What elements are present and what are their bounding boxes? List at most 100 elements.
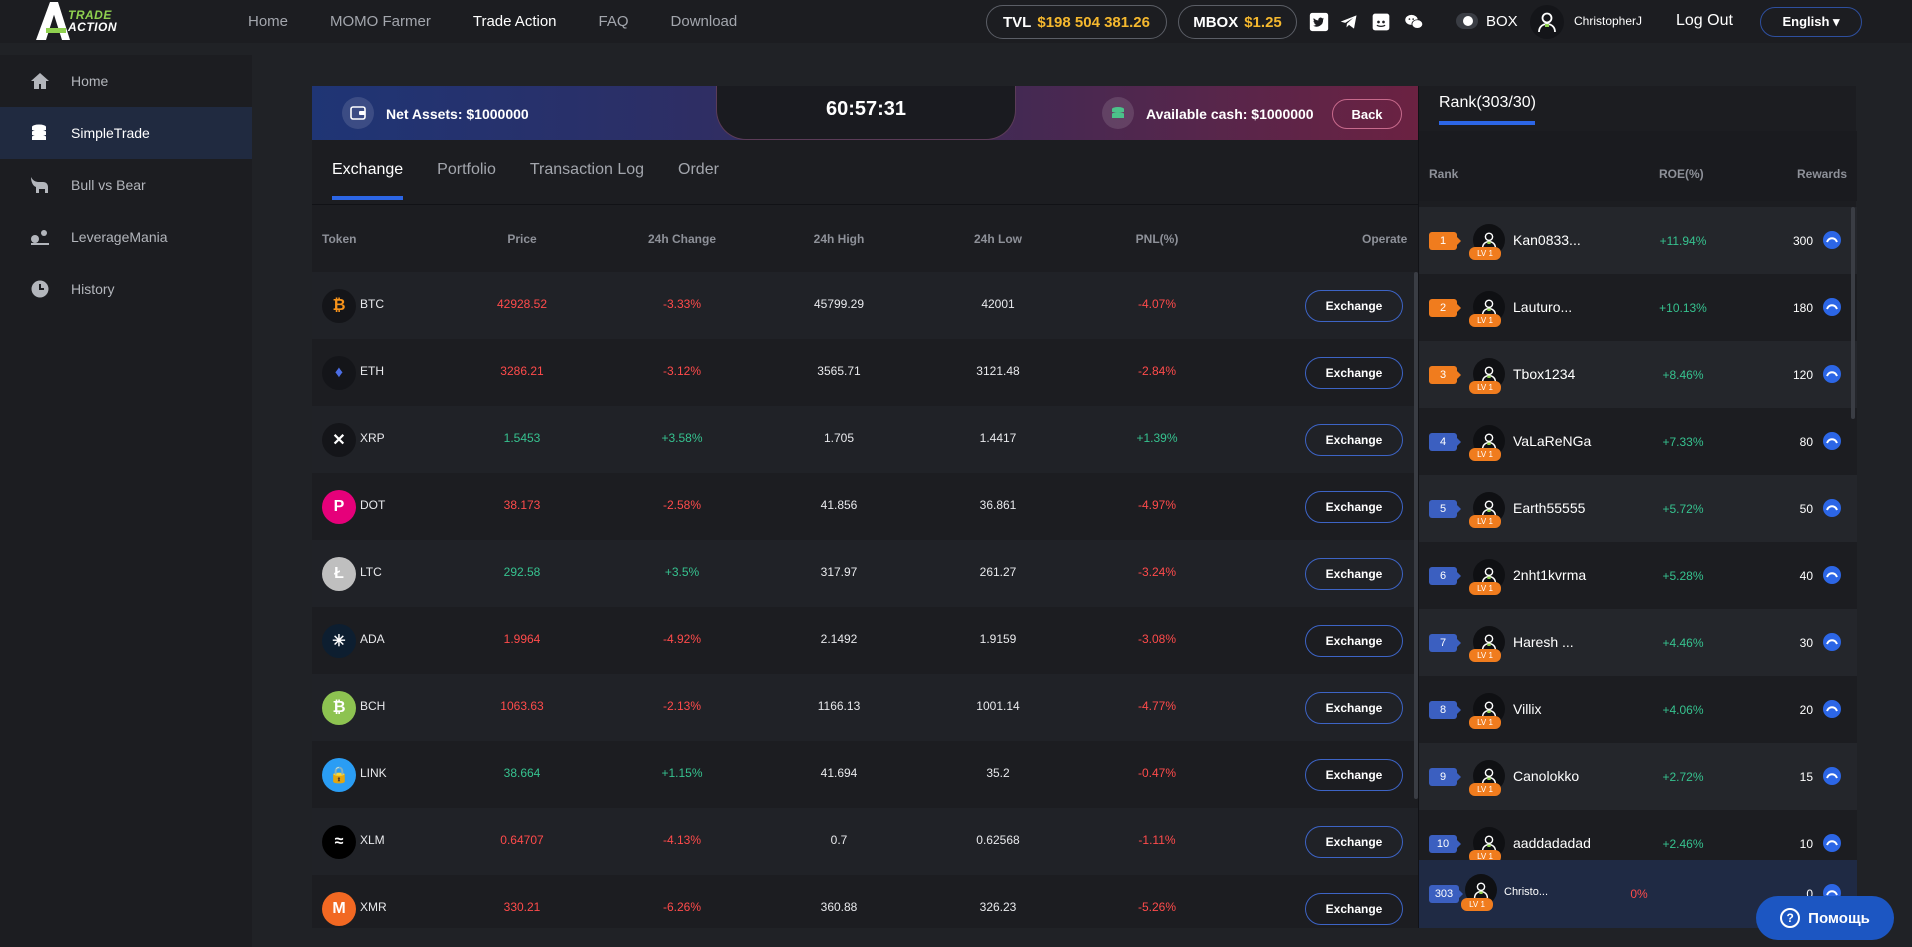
rank-title[interactable]: Rank(303/30) [1439,94,1536,112]
player-roe: +10.13% [1659,301,1707,315]
player-reward: 80 [1799,435,1813,449]
tab-transaction-log[interactable]: Transaction Log [530,140,644,200]
header-24h-change: 24h Change [647,231,716,246]
exchange-button[interactable]: Exchange [1305,826,1403,858]
player-roe: +4.46% [1662,636,1704,650]
sidebar-item-leveragemania[interactable]: LeverageMania [0,211,252,263]
rank-header-roe: ROE(%) [1659,167,1704,181]
rank-row: 9 LV 1 Canolokko +2.72% 15 [1419,743,1857,810]
top-navbar: TRADE ACTION Home MOMO Farmer Trade Action… [0,0,1912,43]
level-badge: LV 1 [1469,515,1501,528]
rank-list: 1 LV 1 Kan0833... +11.94% 300 2 LV 1 Lauturo...… [1419,207,1857,877]
nav-link-momo-farmer[interactable]: MOMO Farmer [330,13,431,30]
countdown-timer: 60:57:31 [825,98,907,120]
nav-link-download[interactable]: Download [671,13,738,30]
exchange-button[interactable]: Exchange [1305,692,1403,724]
rank-badge: 4 [1429,433,1461,451]
app-logo[interactable]: TRADE ACTION [36,2,136,40]
logout-link[interactable]: Log Out [1676,12,1733,30]
nav-link-faq[interactable]: FAQ [599,13,629,30]
exchange-button[interactable]: Exchange [1305,290,1403,322]
token-24h-high: 360.88 [820,900,858,914]
reward-coin-icon [1823,566,1841,584]
sidebar: Home SimpleTrade Bull vs Bear LeverageMania… [0,55,252,947]
discord-icon[interactable] [1370,11,1392,33]
language-select[interactable]: English ▾ [1760,7,1862,37]
player-name: Lauturo... [1513,299,1573,315]
rank-row: 7 LV 1 Haresh ... +4.46% 30 [1419,609,1857,676]
back-button[interactable]: Back [1332,99,1402,129]
user-name[interactable]: ChristopherJ [1574,14,1642,28]
wechat-icon[interactable] [1403,11,1425,33]
my-name: Christo... [1504,886,1549,898]
token-24h-low: 35.2 [986,766,1010,780]
exchange-button[interactable]: Exchange [1305,893,1403,925]
rank-scrollbar[interactable] [1851,207,1855,419]
header-token: Token [322,231,357,246]
rank-row: 4 LV 1 VaLaReNGa +7.33% 80 [1419,408,1857,475]
user-icon [1538,12,1556,33]
table-row: Ł LTC 292.58 +3.5% 317.97 261.27 -3.24% Exchang… [312,540,1418,607]
token-24h-high: 1166.13 [817,699,861,713]
player-roe: +2.72% [1662,770,1704,784]
token-24h-change: -4.13% [662,833,702,847]
tab-portfolio[interactable]: Portfolio [437,140,496,200]
rank-row: 1 LV 1 Kan0833... +11.94% 300 [1419,207,1857,274]
tvl-pill: TVL $198 504 381.26 [986,5,1167,39]
token-pnl: -3.08% [1137,632,1177,646]
token-price: 1.5453 [503,431,541,445]
sidebar-item-bull-vs-bear[interactable]: Bull vs Bear [0,159,252,211]
exchange-button[interactable]: Exchange [1305,424,1403,456]
token-24h-change: -3.12% [662,364,702,378]
tab-exchange[interactable]: Exchange [332,140,404,200]
token-symbol: XLM [360,833,385,847]
cash-stack-icon [1102,97,1134,129]
token-24h-high: 3565.71 [817,364,861,378]
rank-badge: 2 [1429,299,1461,317]
main-nav: Home MOMO Farmer Trade Action FAQ Download [248,0,779,43]
help-button[interactable]: ? Помощь [1756,896,1894,940]
tab-order[interactable]: Order [678,140,719,200]
twitter-icon[interactable] [1308,11,1330,33]
sidebar-item-simpletrade[interactable]: SimpleTrade [0,107,252,159]
rank-panel: Rank(303/30) Rank ROE(%) Rewards 1 LV 1 Ka… [1418,86,1857,928]
nav-link-home[interactable]: Home [248,13,288,30]
clock-icon [28,277,52,301]
player-name: Haresh ... [1513,634,1574,650]
token-symbol: XRP [360,431,385,445]
mbox-label: MBOX [1193,13,1239,31]
token-pnl: -3.24% [1137,565,1177,579]
player-roe: +2.46% [1662,837,1704,851]
exchange-button[interactable]: Exchange [1305,625,1403,657]
reward-coin-icon [1823,298,1841,316]
home-icon [28,69,52,93]
exchange-button[interactable]: Exchange [1305,558,1403,590]
user-avatar[interactable] [1530,5,1564,39]
exchange-button[interactable]: Exchange [1305,357,1403,389]
sidebar-item-home[interactable]: Home [0,55,252,107]
box-toggle[interactable] [1456,13,1478,29]
player-reward: 15 [1799,770,1813,784]
table-row: 🔒 LINK 38.664 +1.15% 41.694 35.2 -0.47% Exchang… [312,741,1418,808]
player-reward: 120 [1792,368,1813,382]
table-row: P DOT 38.173 -2.58% 41.856 36.861 -4.97% Exchan… [312,473,1418,540]
reward-coin-icon [1823,834,1841,852]
player-name: Tbox1234 [1513,366,1576,382]
reward-coin-icon [1823,499,1841,517]
exchange-button[interactable]: Exchange [1305,491,1403,523]
leverage-icon [28,225,52,249]
token-24h-high: 0.7 [830,833,848,847]
eth-coin-icon: ♦ [322,356,356,390]
box-label: BOX [1486,13,1518,30]
player-name: aaddadadad [1513,835,1591,851]
sidebar-item-history[interactable]: History [0,263,252,315]
player-reward: 180 [1792,301,1813,315]
nav-link-trade-action[interactable]: Trade Action [473,13,557,30]
level-badge: LV 1 [1469,582,1501,595]
token-price: 38.664 [503,766,541,780]
player-reward: 300 [1792,234,1813,248]
table-row: ✕ XRP 1.5453 +3.58% 1.705 1.4417 +1.39% Exchang… [312,406,1418,473]
exchange-button[interactable]: Exchange [1305,759,1403,791]
telegram-icon[interactable] [1338,11,1360,33]
token-pnl: -4.07% [1137,297,1177,311]
